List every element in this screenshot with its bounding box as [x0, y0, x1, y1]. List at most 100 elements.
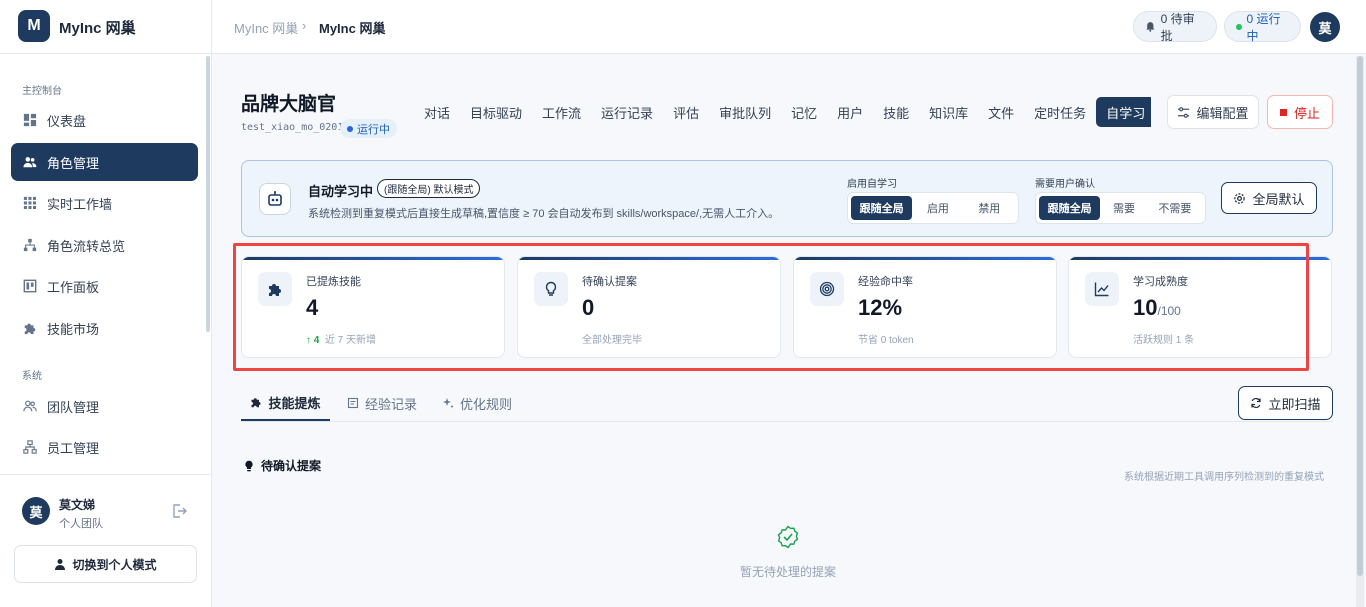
tab-approval-queue[interactable]: 审批队列: [709, 97, 781, 127]
global-default-button[interactable]: 全局默认: [1221, 182, 1317, 214]
tab-memory[interactable]: 记忆: [781, 97, 827, 127]
running-label: 0 运行中: [1246, 11, 1281, 43]
switch-personal-mode-button[interactable]: 切换到个人模式: [14, 545, 197, 583]
sidebar-item-staff-management[interactable]: 员工管理: [11, 428, 198, 466]
logout-icon[interactable]: [171, 503, 187, 519]
confirm-not-required-option[interactable]: 不需要: [1148, 196, 1202, 220]
stat-sub-text: 近 7 天新增: [324, 335, 377, 346]
bell-icon: [1146, 22, 1155, 32]
stat-value-number: 10: [1133, 295, 1158, 320]
stat-unit: /100: [1157, 304, 1181, 318]
stat-label: 学习成熟度: [1133, 276, 1188, 288]
page-scrollbar[interactable]: [1357, 56, 1363, 576]
stat-card-pending-proposals: 待确认提案 0 全部处理完毕: [517, 256, 781, 358]
stat-icon-box: [534, 272, 568, 306]
lightbulb-icon: [545, 281, 557, 296]
tab-skills[interactable]: 技能: [873, 97, 919, 127]
stat-card-hit-rate: 经验命中率 12% 节省 0 token: [793, 256, 1057, 358]
subtab-optimization-rules[interactable]: 优化规则: [442, 385, 512, 421]
sidebar-item-role-flow[interactable]: 角色流转总览: [11, 226, 198, 264]
subtab-experience-log[interactable]: 经验记录: [347, 385, 417, 421]
switch-mode-label: 切换到个人模式: [72, 557, 157, 572]
confirm-required-option[interactable]: 需要: [1100, 196, 1147, 220]
pending-proposals-title: 待确认提案: [243, 457, 321, 474]
scan-now-button[interactable]: 立即扫描: [1238, 386, 1333, 420]
tab-goal-driven[interactable]: 目标驱动: [460, 97, 532, 127]
stat-icon-box: [258, 272, 292, 306]
sidebar-item-label: 实时工作墙: [47, 196, 113, 212]
tab-run-history[interactable]: 运行记录: [591, 97, 663, 127]
running-status-button[interactable]: 0 运行中: [1224, 11, 1301, 43]
sidebar-item-label: 仪表盘: [47, 113, 87, 129]
stat-label: 待确认提案: [582, 276, 637, 288]
tab-self-learning[interactable]: 自学习: [1096, 97, 1151, 127]
stat-sub-text: 节省 0 token: [858, 335, 914, 346]
sidebar-item-skill-market[interactable]: 技能市场: [11, 309, 198, 347]
stat-sub-text: 活跃规则 1 条: [1133, 335, 1195, 346]
stat-value: 0: [582, 295, 594, 321]
hierarchy-icon: [23, 238, 37, 252]
tab-users[interactable]: 用户: [827, 97, 873, 127]
avatar[interactable]: 莫: [1310, 12, 1340, 42]
sidebar-item-live-wall[interactable]: 实时工作墙: [11, 184, 198, 222]
edit-config-button[interactable]: 编辑配置: [1167, 95, 1259, 129]
stat-card-skills: 已提炼技能 4 ↑ 4 近 7 天新增: [241, 256, 505, 358]
stat-accent-bar: [1069, 257, 1331, 260]
learning-description: 系统检测到重复模式后直接生成草稿,置信度 ≥ 70 会自动发布到 skills/…: [308, 208, 780, 220]
enable-learning-label: 启用自学习: [847, 179, 897, 190]
app-logo[interactable]: M: [18, 10, 50, 42]
top-bar: MyInc 网巢 › MyInc 网巢 0 待审批 0 运行中 莫: [212, 0, 1366, 54]
sidebar-item-team-management[interactable]: 团队管理: [11, 387, 198, 425]
stat-value: 12%: [858, 295, 902, 321]
sidebar-item-label: 技能市场: [47, 321, 100, 337]
breadcrumb-root[interactable]: MyInc 网巢: [234, 18, 298, 37]
stop-icon: [1279, 108, 1287, 116]
enable-learning-segmented: 跟随全局 启用 禁用: [847, 192, 1019, 224]
subtab-label: 技能提炼: [268, 395, 321, 411]
sidebar-item-work-board[interactable]: 工作面板: [11, 267, 198, 305]
dashboard-icon: [23, 113, 37, 127]
user-name: 莫文娣: [59, 498, 96, 512]
pending-approval-button[interactable]: 0 待审批: [1133, 11, 1217, 43]
section-label-main: 主控制台: [22, 86, 62, 97]
stat-label: 已提炼技能: [306, 276, 361, 288]
stat-value: 10/100: [1133, 295, 1181, 321]
stat-value-number: 4: [306, 295, 319, 320]
sidebar-item-label: 工作面板: [47, 279, 100, 295]
tab-knowledge-base[interactable]: 知识库: [919, 97, 978, 127]
confirm-follow-global-option[interactable]: 跟随全局: [1039, 196, 1101, 220]
sidebar-divider: [0, 53, 211, 54]
stat-card-maturity: 学习成熟度 10/100 活跃规则 1 条: [1068, 256, 1332, 358]
sidebar-scrollbar[interactable]: [206, 56, 210, 332]
stop-label: 停止: [1293, 105, 1320, 121]
pending-approval-label: 0 待审批: [1160, 11, 1195, 43]
tab-evaluation[interactable]: 评估: [663, 97, 709, 127]
stop-button[interactable]: 停止: [1267, 95, 1333, 129]
breadcrumb-separator: ›: [302, 18, 307, 33]
enable-on-option[interactable]: 启用: [912, 196, 963, 220]
learning-title: 自动学习中: [308, 184, 374, 199]
tab-scheduled-tasks[interactable]: 定时任务: [1024, 97, 1096, 127]
require-confirm-segmented: 跟随全局 需要 不需要: [1035, 192, 1206, 224]
lightbulb-icon: [245, 460, 253, 471]
breadcrumb-current: MyInc 网巢: [319, 21, 386, 36]
tab-workflow[interactable]: 工作流: [532, 97, 591, 127]
subtab-skill-extraction[interactable]: 技能提炼: [241, 385, 330, 421]
org-icon: [23, 440, 37, 454]
agent-tabs: 对话 目标驱动 工作流 运行记录 评估 审批队列 记忆 用户 技能 知识库 文件…: [414, 97, 1151, 127]
mode-tag: (跟随全局) 默认模式: [377, 179, 481, 198]
puzzle-icon: [251, 398, 261, 408]
learning-subtabs: 技能提炼 经验记录 优化规则: [241, 385, 1333, 422]
stat-accent-bar: [242, 257, 504, 260]
status-badge: 运行中: [340, 119, 397, 138]
page-title: 品牌大脑官: [241, 94, 337, 115]
target-icon: [819, 281, 835, 297]
users-icon: [23, 157, 37, 168]
enable-off-option[interactable]: 禁用: [964, 196, 1015, 220]
avatar[interactable]: 莫: [22, 497, 50, 525]
sidebar-item-dashboard[interactable]: 仪表盘: [11, 101, 198, 139]
sidebar-item-roles[interactable]: 角色管理: [11, 143, 198, 181]
tab-files[interactable]: 文件: [978, 97, 1024, 127]
enable-follow-global-option[interactable]: 跟随全局: [851, 196, 913, 220]
tab-chat[interactable]: 对话: [414, 97, 460, 127]
